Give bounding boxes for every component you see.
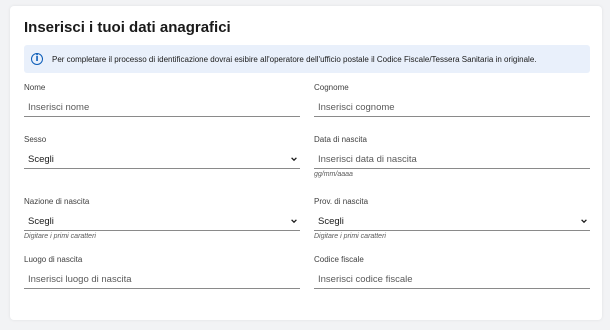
data-nascita-label: Data di nascita [314, 135, 367, 144]
info-text: Per completare il processo di identifica… [52, 54, 537, 64]
nazione-nascita-label: Nazione di nascita [24, 197, 90, 206]
prov-nascita-select[interactable]: Scegli [314, 212, 590, 231]
chevron-down-icon [291, 219, 297, 224]
nazione-nascita-field: Nazione di nascita Scegli Digitare i pri… [24, 197, 300, 240]
nome-input[interactable]: Inserisci nome [24, 98, 300, 117]
personal-data-form-card: Inserisci i tuoi dati anagrafici i Per c… [10, 6, 602, 320]
data-nascita-field: Data di nascita Inserisci data di nascit… [314, 135, 590, 178]
data-nascita-hint: gg/mm/aaaa [314, 171, 353, 178]
sesso-select[interactable]: Scegli [24, 150, 300, 169]
codice-fiscale-input[interactable]: Inserisci codice fiscale [314, 270, 590, 289]
prov-nascita-label: Prov. di nascita [314, 197, 369, 206]
luogo-nascita-field: Luogo di nascita Inserisci luogo di nasc… [24, 255, 300, 289]
nazione-nascita-selected-value: Scegli [28, 215, 54, 227]
cognome-input[interactable]: Inserisci cognome [314, 98, 590, 117]
data-nascita-input[interactable]: Inserisci data di nascita [314, 150, 590, 169]
chevron-down-icon [581, 219, 587, 224]
nome-label: Nome [24, 83, 46, 92]
prov-nascita-field: Prov. di nascita Scegli Digitare i primi… [314, 197, 590, 240]
cognome-field: Cognome Inserisci cognome [314, 83, 590, 117]
luogo-nascita-input[interactable]: Inserisci luogo di nascita [24, 270, 300, 289]
prov-nascita-selected-value: Scegli [318, 215, 344, 227]
luogo-nascita-placeholder: Inserisci luogo di nascita [28, 273, 132, 285]
codice-fiscale-label: Codice fiscale [314, 255, 364, 264]
codice-fiscale-field: Codice fiscale Inserisci codice fiscale [314, 255, 590, 289]
form-title: Inserisci i tuoi dati anagrafici [24, 19, 231, 36]
chevron-down-icon [291, 157, 297, 162]
nome-placeholder: Inserisci nome [28, 101, 90, 113]
info-icon: i [31, 53, 43, 65]
prov-nascita-hint: Digitare i primi caratteri [314, 233, 386, 240]
nazione-nascita-select[interactable]: Scegli [24, 212, 300, 231]
data-nascita-placeholder: Inserisci data di nascita [318, 153, 417, 165]
luogo-nascita-label: Luogo di nascita [24, 255, 83, 264]
info-banner: i Per completare il processo di identifi… [24, 45, 590, 73]
cognome-placeholder: Inserisci cognome [318, 101, 395, 113]
sesso-label: Sesso [24, 135, 47, 144]
nazione-nascita-hint: Digitare i primi caratteri [24, 233, 96, 240]
nome-field: Nome Inserisci nome [24, 83, 300, 117]
cognome-label: Cognome [314, 83, 349, 92]
sesso-field: Sesso Scegli [24, 135, 300, 169]
codice-fiscale-placeholder: Inserisci codice fiscale [318, 273, 413, 285]
sesso-selected-value: Scegli [28, 153, 54, 165]
